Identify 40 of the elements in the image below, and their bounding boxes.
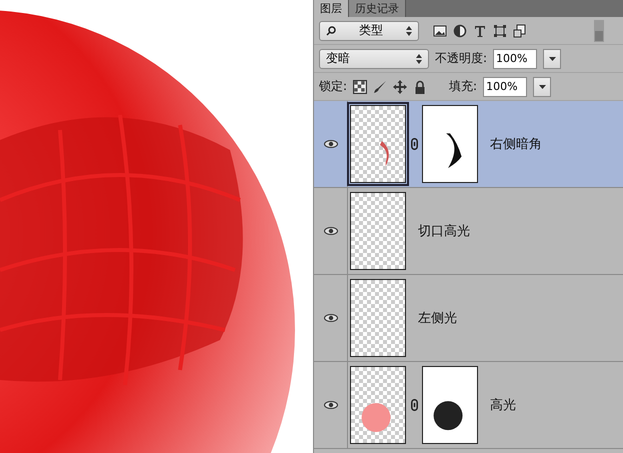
fill-label: 填充:	[449, 78, 478, 95]
lock-label: 锁定:	[319, 78, 348, 95]
layer-name: 左侧光	[418, 310, 457, 327]
image-icon[interactable]	[433, 24, 447, 38]
search-icon	[326, 26, 336, 36]
layer-row[interactable]: 切口高光	[314, 188, 623, 275]
panel-tab[interactable]: 图层	[314, 0, 349, 17]
filter-toggle-icon[interactable]	[594, 20, 604, 42]
transform-icon[interactable]	[493, 24, 507, 38]
caret-icon	[548, 56, 556, 60]
smart-object-icon[interactable]	[513, 24, 527, 38]
move-icon[interactable]	[393, 80, 408, 94]
half-circle-icon[interactable]	[453, 24, 467, 38]
filter-dropdown[interactable]: 类型	[319, 20, 419, 40]
layer-row[interactable]: 左侧光	[314, 275, 623, 362]
link-icon[interactable]	[410, 138, 418, 150]
layer-name: 高光	[490, 397, 516, 414]
type-icon[interactable]	[473, 24, 487, 38]
checker-icon[interactable]	[353, 80, 368, 94]
link-icon[interactable]	[410, 399, 418, 411]
panel-tab[interactable]: 历史记录	[349, 0, 406, 17]
blend-mode-dropdown[interactable]: 变暗	[319, 48, 429, 68]
up-down-arrows-icon	[406, 26, 412, 36]
brush-icon[interactable]	[373, 80, 388, 94]
caret-icon	[538, 84, 546, 88]
layer-row[interactable]: 高光	[314, 362, 623, 449]
eye-icon[interactable]	[324, 226, 338, 236]
layer-name: 切口高光	[418, 223, 470, 240]
layer-name: 右侧暗角	[490, 136, 542, 153]
fill-field[interactable]: 100%	[483, 76, 528, 96]
lock-icon[interactable]	[413, 80, 428, 94]
fill-dropdown-button[interactable]	[533, 76, 552, 96]
up-down-arrows-icon	[416, 54, 422, 64]
opacity-dropdown-button[interactable]	[543, 48, 562, 68]
layer-row[interactable]: 右侧暗角	[314, 101, 623, 188]
opacity-label: 不透明度:	[435, 50, 488, 67]
eye-icon[interactable]	[324, 139, 338, 149]
opacity-field[interactable]: 100%	[493, 48, 538, 68]
eye-icon[interactable]	[324, 313, 338, 323]
eye-icon[interactable]	[324, 400, 338, 410]
